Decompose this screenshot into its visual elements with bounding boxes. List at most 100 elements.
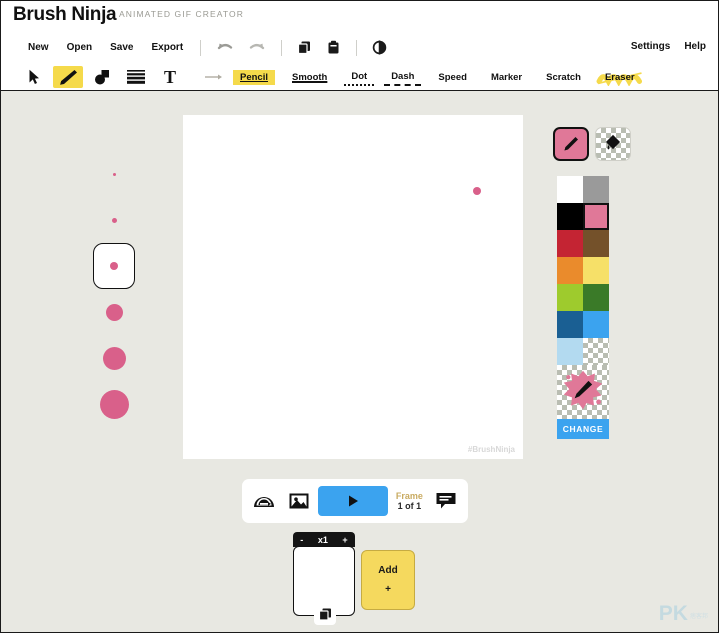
lines-icon — [127, 70, 145, 84]
app-header: Brush Ninja ANIMATED GIF CREATOR New Ope… — [1, 1, 718, 91]
add-frame-plus: + — [385, 584, 391, 595]
brush-size-4[interactable] — [93, 289, 135, 335]
brush-option-dash[interactable]: Dash — [384, 69, 422, 86]
shape-tool[interactable] — [87, 66, 117, 88]
change-color-button[interactable]: CHANGE — [557, 419, 609, 439]
brush-option-pencil[interactable]: Pencil — [233, 69, 275, 85]
swatch-light-blue[interactable] — [557, 338, 583, 365]
brush-size-1[interactable] — [93, 151, 135, 197]
tool-row: T Pencil Smooth Dot Dash Speed Marker Sc… — [1, 63, 718, 91]
menu-help[interactable]: Help — [684, 39, 706, 54]
menu-open[interactable]: Open — [58, 40, 102, 55]
brush-option-dot[interactable]: Dot — [344, 69, 375, 86]
brush-option-speed[interactable]: Speed — [431, 70, 474, 85]
onion-skin-button[interactable] — [248, 486, 279, 516]
onion-skin-icon — [253, 497, 274, 507]
shapes-icon — [95, 70, 109, 85]
image-icon — [289, 493, 309, 509]
frame-counter-value: 1 of 1 — [397, 501, 422, 511]
brush-ninja-app: Brush Ninja ANIMATED GIF CREATOR New Ope… — [0, 0, 719, 633]
redo-icon — [250, 43, 265, 49]
app-tagline: ANIMATED GIF CREATOR — [119, 9, 244, 19]
swatch-green[interactable] — [583, 284, 609, 311]
menu-save[interactable]: Save — [101, 40, 142, 55]
menu-settings[interactable]: Settings — [631, 39, 670, 54]
brush-tool[interactable] — [53, 66, 83, 88]
swatch-pink[interactable] — [583, 203, 609, 230]
size-dot — [99, 389, 129, 419]
menu-new[interactable]: New — [19, 40, 58, 55]
menu-divider-2 — [281, 39, 283, 56]
frame-thumbnail[interactable] — [293, 546, 355, 625]
redo-button[interactable] — [241, 40, 273, 56]
select-tool[interactable] — [19, 66, 49, 88]
background-image-button[interactable] — [283, 486, 314, 516]
menu-divider-1 — [200, 39, 202, 56]
brush-option-marker[interactable]: Marker — [484, 70, 529, 85]
brush-size-2[interactable] — [93, 197, 135, 243]
swatch-lime[interactable] — [557, 284, 583, 311]
brush-option-eraser[interactable]: Eraser — [596, 70, 642, 87]
copy-icon — [298, 41, 311, 55]
size-dot — [111, 217, 117, 223]
brush-size-strip — [93, 151, 135, 427]
swatch-red[interactable] — [557, 230, 583, 257]
duplicate-icon — [318, 608, 331, 621]
frame-duration-decrease[interactable]: - — [300, 535, 303, 545]
paste-icon — [328, 40, 339, 54]
swatch-white[interactable] — [557, 176, 583, 203]
paste-button[interactable] — [319, 39, 348, 56]
brush-size-5[interactable] — [93, 335, 135, 381]
menu-divider-3 — [356, 39, 358, 56]
invert-button[interactable] — [365, 39, 394, 56]
play-button[interactable] — [318, 486, 388, 516]
frame-duration-value: x1 — [317, 534, 328, 545]
frame-counter: Frame 1 of 1 — [392, 491, 427, 512]
add-frame-label: Add — [378, 565, 398, 576]
pencil-icon — [564, 137, 578, 151]
swatch-dark-blue[interactable] — [557, 311, 583, 338]
swatch-blue[interactable] — [583, 311, 609, 338]
comment-button[interactable] — [431, 486, 462, 516]
invert-icon — [372, 40, 387, 55]
copy-button[interactable] — [290, 39, 319, 56]
pencil-mode-button[interactable] — [553, 127, 589, 161]
swatch-transparent[interactable] — [583, 338, 609, 365]
main-menu: New Open Save Export — [19, 39, 394, 56]
ink-mode-button[interactable] — [595, 127, 631, 161]
size-dot — [105, 303, 123, 321]
duplicate-frame-button[interactable] — [314, 603, 336, 625]
swatch-black[interactable] — [557, 203, 583, 230]
swatch-gray[interactable] — [583, 176, 609, 203]
play-icon — [349, 495, 359, 507]
text-tool[interactable]: T — [155, 66, 185, 88]
menu-export[interactable]: Export — [142, 40, 192, 55]
header-right-menu: Settings Help — [631, 39, 706, 54]
frame-counter-title: Frame — [395, 490, 423, 501]
line-tool[interactable] — [199, 66, 229, 88]
color-swatches — [557, 176, 609, 365]
swatch-orange[interactable] — [557, 257, 583, 284]
undo-button[interactable] — [209, 40, 241, 56]
ink-drop-icon — [605, 134, 621, 150]
brush-option-scratch[interactable]: Scratch — [539, 70, 588, 85]
color-splat-icon — [563, 370, 603, 410]
app-brand: Brush Ninja — [13, 4, 117, 25]
size-dot — [110, 262, 118, 270]
frame-duration-increase[interactable]: + — [342, 535, 347, 545]
pk-logo-sub: 痞客邦 — [689, 614, 708, 621]
swatch-yellow[interactable] — [583, 257, 609, 284]
drawing-canvas[interactable]: #BrushNinja — [183, 115, 523, 459]
swatch-brown[interactable] — [583, 230, 609, 257]
color-panel — [553, 127, 637, 161]
cursor-icon — [29, 69, 39, 84]
frame-strip: - x1 + — [291, 532, 355, 625]
brush-option-smooth[interactable]: Smooth — [285, 70, 334, 85]
canvas-stroke — [473, 187, 481, 195]
lines-tool[interactable] — [121, 66, 151, 88]
add-frame-button[interactable]: Add + — [361, 550, 415, 610]
paintbrush-icon — [60, 70, 77, 85]
brush-size-3[interactable] — [93, 243, 135, 289]
size-dot — [112, 172, 116, 176]
brush-size-6[interactable] — [93, 381, 135, 427]
